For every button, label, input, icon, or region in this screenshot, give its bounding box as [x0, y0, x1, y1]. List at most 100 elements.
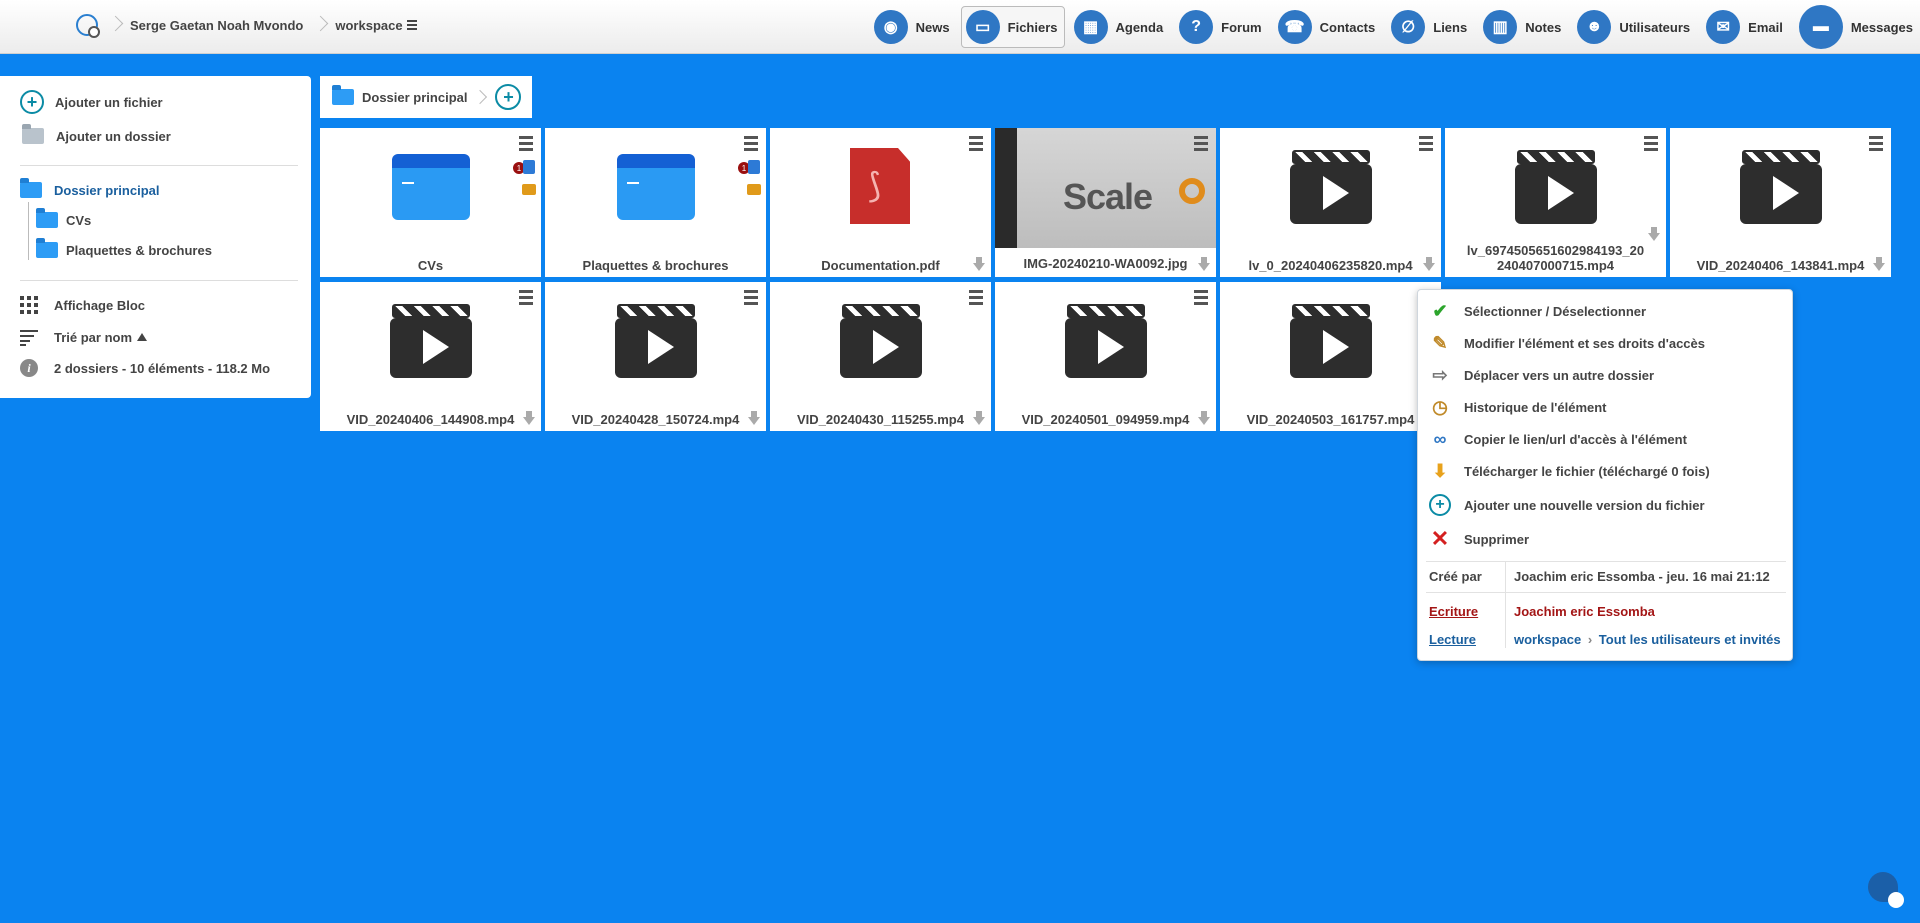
file-tile[interactable]: 1 CVs: [320, 128, 541, 277]
tile-menu-icon[interactable]: [1644, 136, 1658, 154]
tree-item-cvs[interactable]: CVs: [36, 208, 91, 228]
tree-item-plaquettes[interactable]: Plaquettes & brochures: [36, 238, 212, 258]
nav-label: Liens: [1433, 19, 1468, 35]
tile-menu-icon[interactable]: [1194, 136, 1208, 154]
space-menu-icon[interactable]: [406, 18, 417, 32]
breadcrumb-user[interactable]: Serge Gaetan Noah Mvondo: [130, 18, 303, 33]
file-tile[interactable]: VID_20240406_143841.mp4: [1670, 128, 1891, 277]
menu-edit[interactable]: ✎ Modifier l'élément et ses droits d'acc…: [1428, 332, 1705, 354]
file-tile[interactable]: VID_20240406_144908.mp4: [320, 282, 541, 431]
nav-news[interactable]: ◉ News: [869, 6, 957, 48]
tile-label: VID_20240501_094959.mp4: [1021, 412, 1190, 427]
tile-menu-icon[interactable]: [519, 136, 533, 154]
tile-menu-icon[interactable]: [519, 290, 533, 308]
tree-item-root[interactable]: Dossier principal: [20, 178, 159, 198]
info-icon: i: [20, 359, 38, 377]
video-icon: [390, 304, 472, 378]
breadcrumb-separator: [315, 14, 323, 36]
nav-fichiers[interactable]: ▭ Fichiers: [960, 6, 1065, 48]
display-mode-button[interactable]: Affichage Bloc: [20, 296, 145, 314]
sort-label: Trié par nom: [54, 329, 133, 345]
phone-icon: ☎: [1277, 10, 1312, 44]
divider: [1426, 561, 1786, 562]
comment-icon[interactable]: [522, 184, 536, 195]
video-icon: [1515, 150, 1597, 224]
tile-menu-icon[interactable]: [969, 136, 983, 154]
nav-forum[interactable]: ? Forum: [1174, 6, 1268, 48]
divider: [20, 280, 298, 281]
sort-button[interactable]: Trié par nom: [20, 328, 148, 346]
chat-icon: ▬: [1798, 5, 1843, 49]
menu-move[interactable]: ⇨ Déplacer vers un autre dossier: [1428, 364, 1654, 386]
read-access-value: workspace › Tout les utilisateurs et inv…: [1514, 632, 1781, 647]
nav-label: Contacts: [1319, 19, 1376, 35]
folder-path-bar: Dossier principal +: [320, 76, 532, 118]
main-nav: ◉ News ▭ Fichiers ▦ Agenda ? Forum ☎ Contacts…: [865, 4, 1920, 50]
add-folder-label: Ajouter un dossier: [56, 128, 171, 144]
tile-menu-icon[interactable]: [744, 290, 758, 308]
nav-messages[interactable]: ▬ Messages: [1794, 5, 1920, 49]
download-icon[interactable]: [1648, 227, 1660, 241]
chat-widget-icon[interactable]: [1868, 872, 1904, 908]
menu-new-version[interactable]: + Ajouter une nouvelle version du fichie…: [1428, 494, 1705, 516]
nav-label: News: [915, 19, 950, 35]
sort-asc-icon: [137, 333, 148, 341]
calendar-icon: ▦: [1073, 10, 1108, 44]
divider: [20, 165, 298, 166]
menu-download[interactable]: ⬇ Télécharger le fichier (téléchargé 0 f…: [1428, 460, 1709, 482]
nav-email[interactable]: ✉ Email: [1701, 6, 1790, 48]
nav-contacts[interactable]: ☎ Contacts: [1273, 6, 1383, 48]
nav-label: Notes: [1525, 19, 1562, 35]
file-tile[interactable]: lv_6974505651602984193_20240407000715.mp…: [1445, 128, 1666, 277]
breadcrumb-space[interactable]: workspace: [335, 18, 402, 33]
file-tile[interactable]: 1 Plaquettes & brochures: [545, 128, 766, 277]
add-folder-button[interactable]: Ajouter un dossier: [20, 124, 171, 144]
add-file-button[interactable]: + Ajouter un fichier: [20, 90, 163, 114]
read-access-label[interactable]: Lecture: [1429, 632, 1476, 647]
write-access-value: Joachim eric Essomba: [1514, 604, 1655, 619]
video-icon: [615, 304, 697, 378]
file-tile[interactable]: VID_20240501_094959.mp4: [995, 282, 1216, 431]
folder-icon: ▭: [965, 10, 1000, 44]
nav-utilisateurs[interactable]: ☻ Utilisateurs: [1572, 6, 1697, 48]
file-tile[interactable]: VID_20240430_115255.mp4: [770, 282, 991, 431]
like-icon[interactable]: [748, 160, 760, 174]
pdf-icon: [850, 148, 910, 224]
tile-menu-icon[interactable]: [744, 136, 758, 154]
folder-open-icon: [20, 178, 42, 198]
download-arrow-icon: ⬇: [1432, 460, 1448, 481]
path-current[interactable]: Dossier principal: [362, 90, 467, 105]
file-tile[interactable]: Scale IMG-20240210-WA0092.jpg: [995, 128, 1216, 277]
menu-copy-link[interactable]: ∞ Copier le lien/url d'accès à l'élément: [1428, 428, 1687, 450]
paperclip-icon: ∅: [1391, 10, 1426, 44]
chart-icon: ▥: [1483, 10, 1518, 44]
file-tile[interactable]: VID_20240428_150724.mp4: [545, 282, 766, 431]
tile-menu-icon[interactable]: [1869, 136, 1883, 154]
divider: [1505, 561, 1506, 648]
tile-menu-icon[interactable]: [1419, 136, 1433, 154]
tree-connector: [28, 202, 29, 260]
read-access-group: Tout les utilisateurs et invités: [1598, 632, 1781, 647]
add-element-button[interactable]: +: [495, 84, 522, 110]
tile-label: CVs: [417, 258, 444, 273]
forum-icon: ?: [1179, 10, 1214, 44]
nav-agenda[interactable]: ▦ Agenda: [1069, 6, 1171, 48]
file-tile[interactable]: Documentation.pdf: [770, 128, 991, 277]
menu-label: Modifier l'élément et ses droits d'accès: [1464, 335, 1705, 351]
globe-search-icon[interactable]: [76, 14, 100, 38]
nav-liens[interactable]: ∅ Liens: [1386, 6, 1474, 48]
tile-label: VID_20240430_115255.mp4: [797, 412, 964, 427]
folder-summary: i 2 dossiers - 10 éléments - 118.2 Mo: [20, 359, 270, 377]
write-access-label[interactable]: Ecriture: [1429, 604, 1478, 619]
file-tile[interactable]: lv_0_20240406235820.mp4: [1220, 128, 1441, 277]
menu-delete[interactable]: ✕ Supprimer: [1428, 526, 1529, 551]
menu-label: Ajouter une nouvelle version du fichier: [1464, 497, 1705, 513]
menu-select[interactable]: ✔ Sélectionner / Déselectionner: [1428, 300, 1646, 322]
tile-menu-icon[interactable]: [1194, 290, 1208, 308]
nav-notes[interactable]: ▥ Notes: [1478, 6, 1568, 48]
tile-menu-icon[interactable]: [969, 290, 983, 308]
comment-icon[interactable]: [747, 184, 761, 195]
menu-history[interactable]: ◷ Historique de l'élément: [1428, 396, 1606, 418]
file-tile[interactable]: VID_20240503_161757.mp4: [1220, 282, 1441, 431]
like-icon[interactable]: [523, 160, 535, 174]
